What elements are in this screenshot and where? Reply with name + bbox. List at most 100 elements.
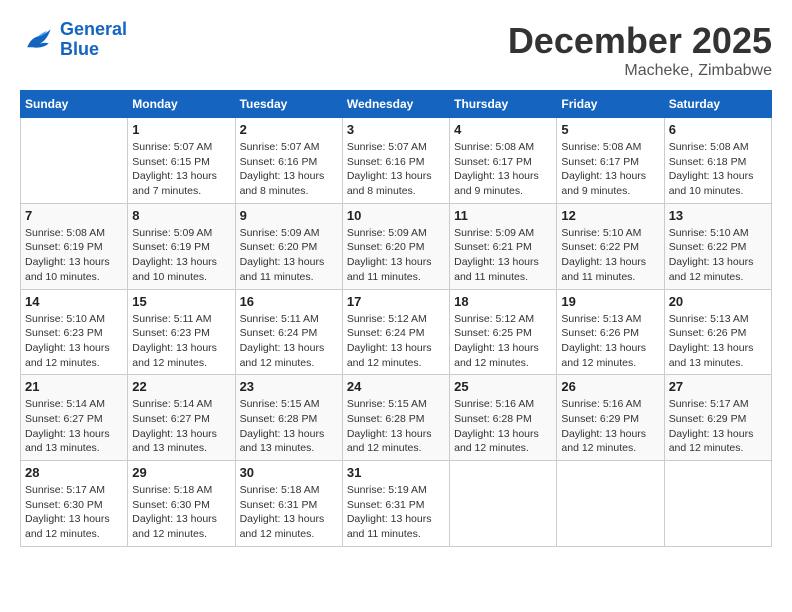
calendar-cell: 10 Sunrise: 5:09 AM Sunset: 6:20 PM Dayli…	[342, 203, 449, 289]
day-info: Sunrise: 5:09 AM Sunset: 6:21 PM Dayligh…	[454, 226, 552, 285]
calendar-cell: 1Sunrise: 5:07 AM Sunset: 6:15 PM Daylig…	[128, 118, 235, 204]
calendar-cell: 4 Sunrise: 5:08 AM Sunset: 6:17 PM Daylig…	[450, 118, 557, 204]
calendar-week-row: 21 Sunrise: 5:14 AM Sunset: 6:27 PM Dayli…	[21, 375, 772, 461]
calendar-table: SundayMondayTuesdayWednesdayThursdayFrid…	[20, 90, 772, 547]
day-number: 13	[669, 208, 767, 223]
day-info: Sunrise: 5:07 AM Sunset: 6:16 PM Dayligh…	[347, 140, 445, 199]
day-info: Sunrise: 5:10 AM Sunset: 6:22 PM Dayligh…	[561, 226, 659, 285]
weekday-header: Sunday	[21, 91, 128, 118]
calendar-cell: 24Sunrise: 5:15 AM Sunset: 6:28 PM Dayli…	[342, 375, 449, 461]
day-number: 22	[132, 379, 230, 394]
day-number: 12	[561, 208, 659, 223]
day-info: Sunrise: 5:16 AM Sunset: 6:29 PM Dayligh…	[561, 397, 659, 456]
calendar-cell: 22 Sunrise: 5:14 AM Sunset: 6:27 PM Dayli…	[128, 375, 235, 461]
day-number: 10	[347, 208, 445, 223]
logo-bird-icon	[20, 22, 56, 58]
calendar-cell	[21, 118, 128, 204]
weekday-header: Tuesday	[235, 91, 342, 118]
calendar-cell: 20 Sunrise: 5:13 AM Sunset: 6:26 PM Dayli…	[664, 289, 771, 375]
calendar-cell: 23 Sunrise: 5:15 AM Sunset: 6:28 PM Dayli…	[235, 375, 342, 461]
calendar-cell: 25 Sunrise: 5:16 AM Sunset: 6:28 PM Dayli…	[450, 375, 557, 461]
day-info: Sunrise: 5:09 AM Sunset: 6:19 PM Dayligh…	[132, 226, 230, 285]
calendar-cell: 30 Sunrise: 5:18 AM Sunset: 6:31 PM Dayli…	[235, 461, 342, 547]
calendar-cell: 7Sunrise: 5:08 AM Sunset: 6:19 PM Daylig…	[21, 203, 128, 289]
day-number: 9	[240, 208, 338, 223]
day-info: Sunrise: 5:07 AM Sunset: 6:16 PM Dayligh…	[240, 140, 338, 199]
day-info: Sunrise: 5:11 AM Sunset: 6:23 PM Dayligh…	[132, 312, 230, 371]
logo: General Blue	[20, 20, 127, 60]
day-info: Sunrise: 5:08 AM Sunset: 6:17 PM Dayligh…	[454, 140, 552, 199]
day-number: 23	[240, 379, 338, 394]
page-header: General Blue December 2025 Macheke, Zimb…	[20, 20, 772, 80]
day-number: 17	[347, 294, 445, 309]
logo-text: General Blue	[60, 20, 127, 60]
day-number: 19	[561, 294, 659, 309]
calendar-cell: 29 Sunrise: 5:18 AM Sunset: 6:30 PM Dayli…	[128, 461, 235, 547]
calendar-cell: 2Sunrise: 5:07 AM Sunset: 6:16 PM Daylig…	[235, 118, 342, 204]
day-number: 29	[132, 465, 230, 480]
calendar-cell: 13 Sunrise: 5:10 AM Sunset: 6:22 PM Dayli…	[664, 203, 771, 289]
day-number: 20	[669, 294, 767, 309]
day-number: 5	[561, 122, 659, 137]
day-number: 15	[132, 294, 230, 309]
calendar-cell	[450, 461, 557, 547]
day-info: Sunrise: 5:14 AM Sunset: 6:27 PM Dayligh…	[25, 397, 123, 456]
weekday-header: Wednesday	[342, 91, 449, 118]
calendar-week-row: 28Sunrise: 5:17 AM Sunset: 6:30 PM Dayli…	[21, 461, 772, 547]
day-number: 1	[132, 122, 230, 137]
calendar-cell	[557, 461, 664, 547]
day-number: 8	[132, 208, 230, 223]
calendar-cell: 12 Sunrise: 5:10 AM Sunset: 6:22 PM Dayli…	[557, 203, 664, 289]
day-info: Sunrise: 5:15 AM Sunset: 6:28 PM Dayligh…	[240, 397, 338, 456]
day-info: Sunrise: 5:17 AM Sunset: 6:30 PM Dayligh…	[25, 483, 123, 542]
day-number: 11	[454, 208, 552, 223]
day-info: Sunrise: 5:10 AM Sunset: 6:23 PM Dayligh…	[25, 312, 123, 371]
day-info: Sunrise: 5:09 AM Sunset: 6:20 PM Dayligh…	[240, 226, 338, 285]
calendar-cell: 14 Sunrise: 5:10 AM Sunset: 6:23 PM Dayli…	[21, 289, 128, 375]
day-info: Sunrise: 5:13 AM Sunset: 6:26 PM Dayligh…	[669, 312, 767, 371]
day-number: 14	[25, 294, 123, 309]
day-info: Sunrise: 5:08 AM Sunset: 6:19 PM Dayligh…	[25, 226, 123, 285]
calendar-cell: 16Sunrise: 5:11 AM Sunset: 6:24 PM Dayli…	[235, 289, 342, 375]
calendar-cell: 8 Sunrise: 5:09 AM Sunset: 6:19 PM Daylig…	[128, 203, 235, 289]
day-info: Sunrise: 5:16 AM Sunset: 6:28 PM Dayligh…	[454, 397, 552, 456]
day-number: 21	[25, 379, 123, 394]
calendar-cell: 15 Sunrise: 5:11 AM Sunset: 6:23 PM Dayli…	[128, 289, 235, 375]
day-info: Sunrise: 5:09 AM Sunset: 6:20 PM Dayligh…	[347, 226, 445, 285]
calendar-cell: 26 Sunrise: 5:16 AM Sunset: 6:29 PM Dayli…	[557, 375, 664, 461]
day-number: 25	[454, 379, 552, 394]
calendar-cell: 31Sunrise: 5:19 AM Sunset: 6:31 PM Dayli…	[342, 461, 449, 547]
day-number: 3	[347, 122, 445, 137]
calendar-cell: 11 Sunrise: 5:09 AM Sunset: 6:21 PM Dayli…	[450, 203, 557, 289]
calendar-cell: 21 Sunrise: 5:14 AM Sunset: 6:27 PM Dayli…	[21, 375, 128, 461]
day-info: Sunrise: 5:18 AM Sunset: 6:30 PM Dayligh…	[132, 483, 230, 542]
day-info: Sunrise: 5:08 AM Sunset: 6:18 PM Dayligh…	[669, 140, 767, 199]
day-info: Sunrise: 5:18 AM Sunset: 6:31 PM Dayligh…	[240, 483, 338, 542]
day-info: Sunrise: 5:17 AM Sunset: 6:29 PM Dayligh…	[669, 397, 767, 456]
calendar-cell: 18Sunrise: 5:12 AM Sunset: 6:25 PM Dayli…	[450, 289, 557, 375]
calendar-cell: 17 Sunrise: 5:12 AM Sunset: 6:24 PM Dayli…	[342, 289, 449, 375]
day-info: Sunrise: 5:14 AM Sunset: 6:27 PM Dayligh…	[132, 397, 230, 456]
calendar-cell: 3 Sunrise: 5:07 AM Sunset: 6:16 PM Daylig…	[342, 118, 449, 204]
day-number: 4	[454, 122, 552, 137]
day-info: Sunrise: 5:10 AM Sunset: 6:22 PM Dayligh…	[669, 226, 767, 285]
calendar-cell: 19Sunrise: 5:13 AM Sunset: 6:26 PM Dayli…	[557, 289, 664, 375]
month-title: December 2025	[508, 20, 772, 62]
calendar-cell: 9 Sunrise: 5:09 AM Sunset: 6:20 PM Daylig…	[235, 203, 342, 289]
day-number: 24	[347, 379, 445, 394]
day-number: 30	[240, 465, 338, 480]
weekday-header: Monday	[128, 91, 235, 118]
location: Macheke, Zimbabwe	[508, 62, 772, 80]
day-number: 27	[669, 379, 767, 394]
title-block: December 2025 Macheke, Zimbabwe	[508, 20, 772, 80]
calendar-week-row: 14 Sunrise: 5:10 AM Sunset: 6:23 PM Dayli…	[21, 289, 772, 375]
day-number: 16	[240, 294, 338, 309]
calendar-cell	[664, 461, 771, 547]
day-info: Sunrise: 5:12 AM Sunset: 6:25 PM Dayligh…	[454, 312, 552, 371]
day-number: 26	[561, 379, 659, 394]
day-info: Sunrise: 5:12 AM Sunset: 6:24 PM Dayligh…	[347, 312, 445, 371]
calendar-cell: 28Sunrise: 5:17 AM Sunset: 6:30 PM Dayli…	[21, 461, 128, 547]
calendar-cell: 6Sunrise: 5:08 AM Sunset: 6:18 PM Daylig…	[664, 118, 771, 204]
day-info: Sunrise: 5:08 AM Sunset: 6:17 PM Dayligh…	[561, 140, 659, 199]
calendar-cell: 27 Sunrise: 5:17 AM Sunset: 6:29 PM Dayli…	[664, 375, 771, 461]
